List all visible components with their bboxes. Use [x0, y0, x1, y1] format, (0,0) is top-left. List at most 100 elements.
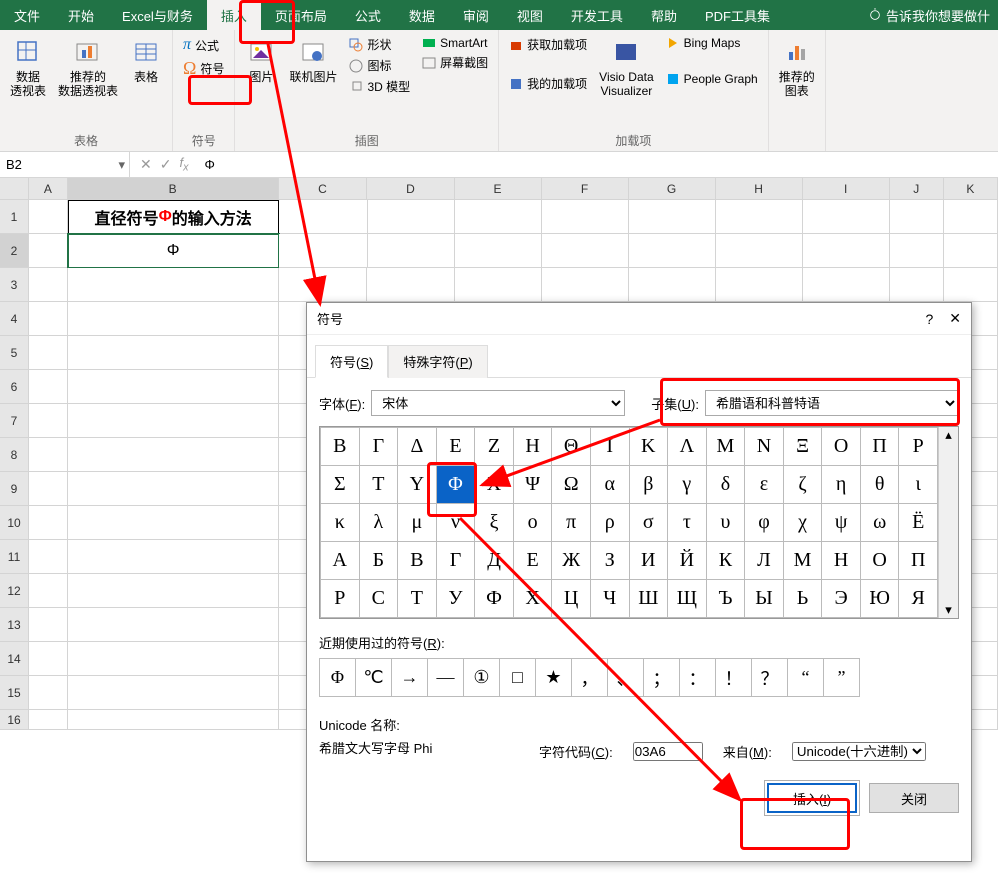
- cell-B3[interactable]: [68, 268, 279, 302]
- char-cell[interactable]: Ь: [783, 580, 822, 618]
- char-cell[interactable]: Μ: [706, 428, 745, 466]
- char-cell[interactable]: Γ: [359, 428, 398, 466]
- cell-B12[interactable]: [68, 574, 279, 608]
- char-cell[interactable]: Ψ: [513, 466, 552, 504]
- cell-G1[interactable]: [629, 200, 716, 234]
- cell-A14[interactable]: [29, 642, 68, 676]
- recent-char[interactable]: →: [392, 659, 428, 697]
- char-cell[interactable]: Й: [668, 542, 707, 580]
- col-header-A[interactable]: A: [29, 178, 68, 200]
- from-select[interactable]: Unicode(十六进制): [792, 742, 926, 761]
- cell-H3[interactable]: [716, 268, 803, 302]
- char-cell[interactable]: β: [629, 466, 668, 504]
- cell-F3[interactable]: [542, 268, 629, 302]
- char-cell[interactable]: М: [783, 542, 822, 580]
- cell-I1[interactable]: [803, 200, 890, 234]
- char-cell[interactable]: ε: [745, 466, 784, 504]
- cell-B13[interactable]: [68, 608, 279, 642]
- char-cell[interactable]: Г: [436, 542, 475, 580]
- char-cell[interactable]: κ: [321, 504, 360, 542]
- cell-A2[interactable]: [29, 234, 68, 268]
- char-cell[interactable]: φ: [745, 504, 784, 542]
- col-header-C[interactable]: C: [279, 178, 368, 200]
- visio-button[interactable]: Visio DataVisualizer: [595, 34, 657, 130]
- col-header-B[interactable]: B: [68, 178, 279, 200]
- row-header-11[interactable]: 11: [0, 540, 29, 574]
- cell-A7[interactable]: [29, 404, 68, 438]
- cell-H2[interactable]: [716, 234, 803, 268]
- char-cell[interactable]: Θ: [552, 428, 591, 466]
- cell-A9[interactable]: [29, 472, 68, 506]
- font-select[interactable]: 宋体: [371, 390, 625, 416]
- char-cell[interactable]: ω: [860, 504, 899, 542]
- char-cell[interactable]: А: [321, 542, 360, 580]
- cell-B2[interactable]: Φ: [68, 234, 279, 268]
- char-cell[interactable]: Δ: [398, 428, 437, 466]
- char-cell[interactable]: Э: [822, 580, 861, 618]
- recommended-charts-button[interactable]: 推荐的图表: [775, 34, 819, 147]
- cell-C3[interactable]: [279, 268, 368, 302]
- char-cell[interactable]: Л: [745, 542, 784, 580]
- col-header-E[interactable]: E: [455, 178, 542, 200]
- cell-C2[interactable]: [279, 234, 368, 268]
- cell-E2[interactable]: [455, 234, 542, 268]
- char-cell[interactable]: Ρ: [899, 428, 938, 466]
- cell-I3[interactable]: [803, 268, 890, 302]
- cell-B16[interactable]: [68, 710, 279, 730]
- name-box[interactable]: B2▾: [0, 152, 130, 177]
- recent-char[interactable]: Φ: [320, 659, 356, 697]
- cell-B8[interactable]: [68, 438, 279, 472]
- cell-I2[interactable]: [803, 234, 890, 268]
- char-cell[interactable]: Φ: [436, 466, 475, 504]
- char-cell[interactable]: Ξ: [783, 428, 822, 466]
- char-cell[interactable]: ζ: [783, 466, 822, 504]
- recent-char[interactable]: ”: [824, 659, 860, 697]
- tab-10[interactable]: 帮助: [637, 0, 691, 30]
- cell-E1[interactable]: [455, 200, 542, 234]
- char-cell[interactable]: О: [860, 542, 899, 580]
- scroll-down-icon[interactable]: ▾: [945, 602, 952, 618]
- cell-A3[interactable]: [29, 268, 68, 302]
- char-cell[interactable]: σ: [629, 504, 668, 542]
- row-header-16[interactable]: 16: [0, 710, 29, 730]
- row-header-15[interactable]: 15: [0, 676, 29, 710]
- row-header-4[interactable]: 4: [0, 302, 29, 336]
- char-cell[interactable]: Ο: [822, 428, 861, 466]
- recent-char[interactable]: “: [788, 659, 824, 697]
- row-header-13[interactable]: 13: [0, 608, 29, 642]
- char-cell[interactable]: Ц: [552, 580, 591, 618]
- select-all-corner[interactable]: [0, 178, 29, 200]
- cell-K1[interactable]: [944, 200, 998, 234]
- char-cell[interactable]: Х: [513, 580, 552, 618]
- char-cell[interactable]: И: [629, 542, 668, 580]
- tab-2[interactable]: Excel与财务: [108, 0, 207, 30]
- cell-D3[interactable]: [367, 268, 454, 302]
- cancel-icon[interactable]: ✕: [140, 156, 152, 173]
- char-cell[interactable]: Н: [822, 542, 861, 580]
- cell-G2[interactable]: [629, 234, 716, 268]
- cell-A16[interactable]: [29, 710, 68, 730]
- charcode-input[interactable]: [633, 742, 703, 761]
- pivot-table-button[interactable]: 数据透视表: [6, 34, 50, 130]
- cell-D2[interactable]: [368, 234, 455, 268]
- char-cell[interactable]: Е: [513, 542, 552, 580]
- char-cell[interactable]: Ю: [860, 580, 899, 618]
- char-cell[interactable]: ξ: [475, 504, 514, 542]
- char-cell[interactable]: У: [436, 580, 475, 618]
- bingmaps-button[interactable]: Bing Maps: [662, 34, 762, 52]
- col-header-D[interactable]: D: [367, 178, 454, 200]
- screenshot-button[interactable]: 屏幕截图: [418, 52, 492, 73]
- char-cell[interactable]: Η: [513, 428, 552, 466]
- cell-J1[interactable]: [890, 200, 944, 234]
- cell-B14[interactable]: [68, 642, 279, 676]
- cell-A13[interactable]: [29, 608, 68, 642]
- char-cell[interactable]: Ω: [552, 466, 591, 504]
- row-header-5[interactable]: 5: [0, 336, 29, 370]
- subset-select[interactable]: 希腊语和科普特语: [705, 390, 959, 416]
- scroll-up-icon[interactable]: ▴: [945, 427, 952, 443]
- icons-button[interactable]: 图标: [345, 55, 414, 76]
- row-header-10[interactable]: 10: [0, 506, 29, 540]
- cell-A6[interactable]: [29, 370, 68, 404]
- char-cell[interactable]: α: [590, 466, 629, 504]
- char-cell[interactable]: Σ: [321, 466, 360, 504]
